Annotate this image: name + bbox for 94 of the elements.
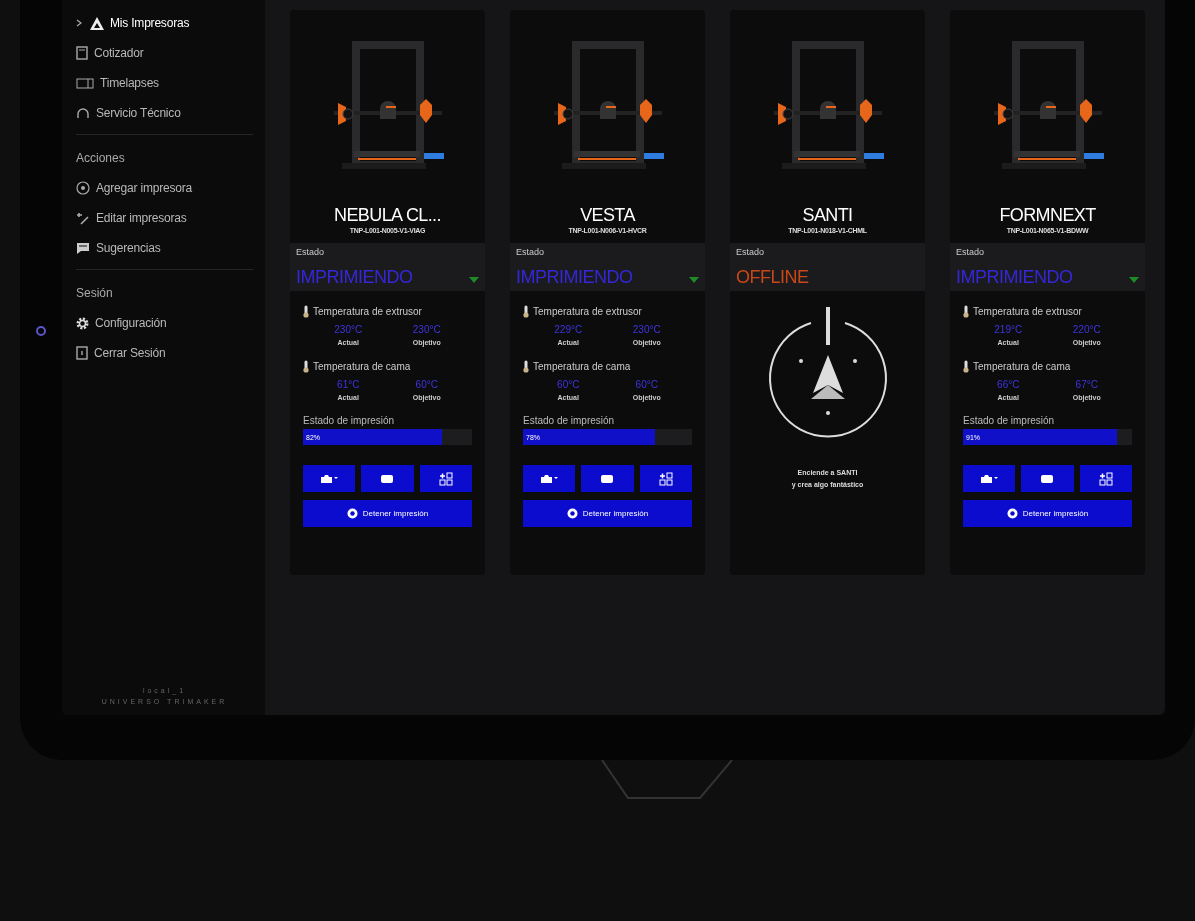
chevron-down-icon: [689, 277, 699, 283]
target-temperature: 67°C: [1074, 379, 1099, 390]
thermometer-icon: [303, 305, 309, 318]
status-label: Estado: [956, 247, 986, 257]
status-label: Estado: [296, 247, 326, 257]
target-temperature: 230°C: [631, 324, 662, 335]
actual-temperature: 60°C: [556, 379, 581, 390]
stop-icon: [566, 508, 578, 519]
settings-icon: [76, 316, 89, 330]
thermometer-icon: [523, 305, 529, 318]
stop-icon: [346, 508, 358, 519]
camera-icon: [36, 326, 46, 336]
camera-icon: [540, 474, 559, 483]
status-label: Estado: [516, 247, 546, 257]
temperature-title: Temperatura de extrusor: [313, 306, 422, 317]
temperature-title: Temperatura de cama: [313, 361, 411, 372]
split-view-icon: [658, 471, 673, 486]
sidebar-item[interactable]: Configuración: [76, 308, 253, 338]
printer-name: VESTA: [579, 204, 637, 226]
printer-name: SANTI: [801, 204, 854, 226]
actual-temperature: 230°C: [333, 324, 364, 335]
add-circle-icon: [76, 181, 90, 195]
temperature-title: Temperatura de extrusor: [973, 306, 1082, 317]
temperature-title: Temperatura de extrusor: [533, 306, 642, 317]
item-label: Editar impresoras: [96, 211, 187, 225]
chat-icon: [76, 241, 90, 255]
toolbar-button[interactable]: [581, 465, 634, 492]
status-value: OFFLINE: [736, 267, 810, 287]
split-view-icon: [1098, 471, 1113, 486]
target-temperature: 60°C: [634, 379, 659, 390]
edit-icon: [76, 211, 90, 225]
printer-name: NEBULA CL...: [333, 204, 442, 226]
thermometer-icon: [963, 360, 969, 373]
toolbar-button[interactable]: [1021, 465, 1074, 492]
thermometer-icon: [303, 360, 309, 373]
door-icon: [76, 346, 88, 360]
item-label: Cotizador: [94, 46, 144, 60]
stop-print-button[interactable]: Detener impresión: [523, 500, 692, 527]
actual-temperature: 229°C: [553, 324, 584, 335]
sidebar-item[interactable]: Agregar impresora: [76, 173, 253, 203]
film-icon: [76, 77, 94, 89]
item-label: Agregar impresora: [96, 181, 192, 195]
temperature-title: Temperatura de cama: [973, 361, 1071, 372]
sidebar-item[interactable]: Mis Impresoras: [76, 8, 253, 38]
stop-print-button[interactable]: Detener impresión: [303, 500, 472, 527]
headset-icon: [76, 106, 90, 120]
item-label: Configuración: [95, 316, 167, 330]
progress-label: Estado de impresión: [303, 415, 396, 426]
camera-icon: [980, 474, 999, 483]
video-icon: [601, 474, 614, 483]
chevron-icon: [76, 19, 82, 27]
triangle-logo-icon: [90, 16, 104, 30]
sidebar-item[interactable]: Cerrar Sesión: [76, 338, 253, 368]
target-temperature: 220°C: [1071, 324, 1102, 335]
thermometer-icon: [963, 305, 969, 318]
sidebar-item[interactable]: Cotizador: [76, 38, 253, 68]
video-icon: [381, 474, 394, 483]
progress-label: Estado de impresión: [963, 415, 1056, 426]
section-title: Acciones: [76, 150, 126, 167]
actual-temperature: 219°C: [993, 324, 1024, 335]
actual-temperature: 66°C: [996, 379, 1021, 390]
actual-temperature: 61°C: [336, 379, 361, 390]
status-label: Estado: [736, 247, 766, 257]
item-label: Cerrar Sesión: [94, 346, 166, 360]
toolbar-button[interactable]: [303, 465, 356, 492]
calculator-icon: [76, 46, 88, 60]
section-title: Sesión: [76, 285, 114, 302]
toolbar-button[interactable]: [963, 465, 1016, 492]
toolbar-button[interactable]: [361, 465, 414, 492]
sidebar-item[interactable]: Sugerencias: [76, 233, 253, 263]
status-value: IMPRIMIENDO: [516, 267, 634, 287]
chevron-down-icon: [1129, 277, 1139, 283]
video-icon: [1041, 474, 1054, 483]
item-label: Mis Impresoras: [110, 16, 190, 30]
printer-name: FORMNEXT: [998, 204, 1097, 226]
chevron-down-icon: [469, 277, 479, 283]
status-value: IMPRIMIENDO: [296, 267, 414, 287]
toolbar-button[interactable]: [523, 465, 576, 492]
sidebar-item[interactable]: Editar impresoras: [76, 203, 253, 233]
stop-print-button[interactable]: Detener impresión: [963, 500, 1132, 527]
item-label: Sugerencias: [96, 241, 161, 255]
item-label: Timelapses: [100, 76, 159, 90]
thermometer-icon: [523, 360, 529, 373]
item-label: Servicio Técnico: [96, 106, 181, 120]
temperature-title: Temperatura de cama: [533, 361, 631, 372]
stop-icon: [1006, 508, 1018, 519]
split-view-icon: [438, 471, 453, 486]
sidebar-item[interactable]: Timelapses: [76, 68, 253, 98]
target-temperature: 60°C: [414, 379, 439, 390]
target-temperature: 230°C: [411, 324, 442, 335]
progress-label: Estado de impresión: [523, 415, 616, 426]
status-value: IMPRIMIENDO: [956, 267, 1074, 287]
sidebar-item[interactable]: Servicio Técnico: [76, 98, 253, 128]
camera-icon: [320, 474, 339, 483]
